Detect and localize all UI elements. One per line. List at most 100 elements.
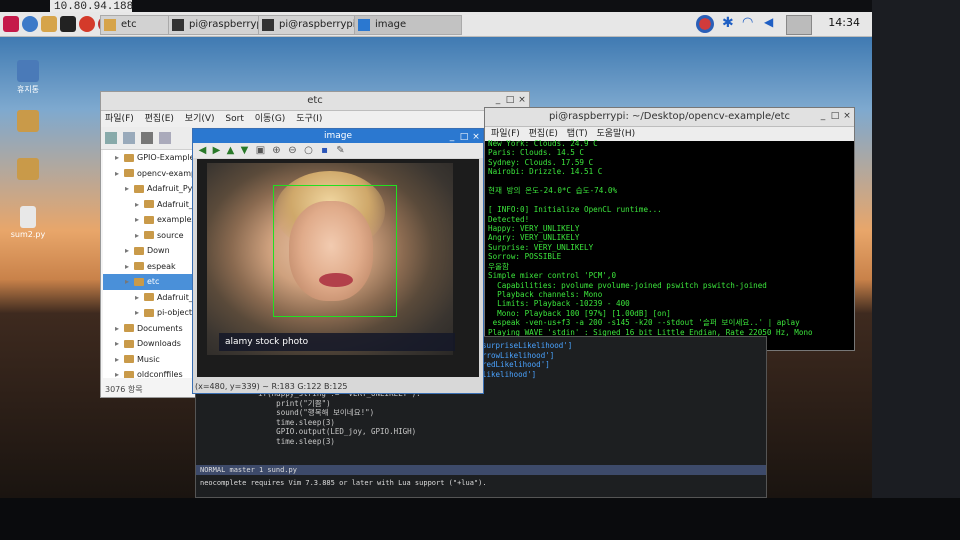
tree-item[interactable]: ▸pi-object-detec — [103, 305, 201, 321]
folder-icon — [124, 355, 134, 363]
zoom-in-icon[interactable]: ⊕ — [271, 145, 282, 156]
folder-icon — [144, 293, 154, 301]
expander-icon[interactable]: ▸ — [113, 150, 121, 165]
minimize-icon[interactable]: _ — [818, 111, 828, 121]
raspberry-menu-icon[interactable] — [3, 16, 19, 32]
menu-file[interactable]: 파일(F) — [491, 129, 520, 139]
desktop-icon-folder-2[interactable] — [4, 158, 52, 182]
desktop-screen: etc pi@raspberrypi: ~/De... pi@raspberry… — [0, 12, 872, 498]
maximize-icon[interactable]: □ — [459, 132, 469, 142]
tree-item[interactable]: ▸ Downloads — [103, 336, 201, 352]
view-icons-icon[interactable] — [105, 132, 117, 144]
expander-icon[interactable]: ▸ — [133, 305, 141, 320]
view-thumbnails-icon[interactable] — [123, 132, 135, 144]
close-icon[interactable]: × — [842, 111, 852, 121]
menu-tabs[interactable]: 탭(T) — [567, 129, 588, 139]
tree-item[interactable]: ▸ Down — [103, 243, 201, 259]
minimize-icon[interactable]: _ — [493, 95, 503, 105]
tree-item[interactable]: ▸ source — [103, 228, 201, 244]
arrow-left-icon[interactable]: ◀ — [197, 145, 208, 156]
tree-item[interactable]: ▸ Adafruit_DH — [103, 197, 201, 213]
arrow-right-icon[interactable]: ▶ — [211, 145, 222, 156]
editor-split-pane[interactable]: surpriseLikelihood'] rrowLikelihood'] redL… — [482, 341, 572, 379]
terminal-icon[interactable] — [60, 16, 76, 32]
properties-icon[interactable]: ✎ — [335, 145, 346, 156]
close-icon[interactable]: × — [517, 95, 527, 105]
minimize-icon[interactable]: _ — [447, 132, 457, 142]
tree-item[interactable]: ▸ oldconffiles — [103, 367, 201, 378]
close-icon[interactable]: × — [471, 132, 481, 142]
desktop-icon-folder-1[interactable] — [4, 110, 52, 134]
menu-help[interactable]: 도움말(H) — [596, 129, 635, 139]
tree-item[interactable]: ▸ Adafruit_Pytho — [103, 181, 201, 197]
desktop-icon-trash[interactable]: 휴지통 — [4, 60, 52, 95]
image-canvas[interactable]: alamy stock photo — [197, 159, 479, 377]
maximize-icon[interactable]: □ — [505, 95, 515, 105]
split-pane-line: rrowLikelihood'] — [482, 350, 555, 360]
view-list-icon[interactable] — [159, 132, 171, 144]
expander-icon[interactable]: ▸ — [123, 243, 131, 258]
zoom-out-icon[interactable]: ⊖ — [287, 145, 298, 156]
tree-item-label: espeak — [147, 261, 176, 271]
expander-icon[interactable]: ▸ — [123, 259, 131, 274]
expander-icon[interactable]: ▸ — [133, 290, 141, 305]
arrow-down-icon[interactable]: ▼ — [239, 145, 250, 156]
arrow-up-icon[interactable]: ▲ — [225, 145, 236, 156]
terminal-output[interactable]: New York: Clouds. 24.9 C Paris: Clouds. 1… — [488, 139, 848, 344]
task-image[interactable]: image — [354, 15, 462, 35]
web-browser-icon[interactable] — [22, 16, 38, 32]
menu-view[interactable]: 보기(V) — [185, 114, 215, 124]
expander-icon[interactable]: ▸ — [133, 197, 141, 212]
expander-icon[interactable]: ▸ — [113, 321, 121, 336]
tree-item[interactable]: ▸ examples — [103, 212, 201, 228]
volume-icon[interactable]: ◀ — [764, 15, 778, 33]
code-line[interactable]: sound("행복해 보이네요!") — [196, 408, 443, 418]
menu-file[interactable]: 파일(F) — [105, 114, 134, 124]
code-line[interactable]: GPIO.output(LED_joy, GPIO.HIGH) — [196, 427, 443, 437]
code-line[interactable]: print("기쁨") — [196, 399, 443, 409]
terminal-line: Paris: Clouds. 14.5 C — [488, 148, 585, 158]
view-compact-icon[interactable] — [141, 132, 153, 144]
cpu-monitor-icon[interactable] — [786, 15, 812, 35]
terminal-titlebar[interactable]: pi@raspberrypi: ~/Desktop/opencv-example… — [485, 108, 854, 127]
tree-item[interactable]: ▸ GPIO-Example — [103, 150, 201, 166]
task-label: image — [375, 19, 407, 30]
menu-edit[interactable]: 편집(E) — [145, 114, 174, 124]
zoom-fit-icon[interactable]: ▣ — [255, 145, 266, 156]
menu-tools[interactable]: 도구(I) — [296, 114, 322, 124]
code-text: time.sleep(3) — [222, 417, 335, 427]
wifi-icon[interactable]: ◠ — [742, 15, 756, 33]
mathematica-icon[interactable] — [79, 16, 95, 32]
expander-icon[interactable]: ▸ — [123, 181, 131, 196]
zoom-reset-icon[interactable]: ○ — [303, 145, 314, 156]
desktop-icon-sum2[interactable]: sum2.py — [4, 206, 52, 239]
code-line[interactable]: time.sleep(3) — [196, 418, 443, 428]
menu-edit[interactable]: 편집(E) — [529, 129, 558, 139]
bluetooth-icon[interactable]: ✱ — [722, 15, 734, 33]
terminal-line: Detected! — [488, 214, 530, 224]
expander-icon[interactable]: ▸ — [133, 228, 141, 243]
tree-item[interactable]: ▸ Documents — [103, 321, 201, 337]
expander-icon[interactable]: ▸ — [123, 274, 131, 289]
photo-watermark: alamy stock photo — [219, 333, 455, 351]
tree-item[interactable]: ▸ espeak — [103, 259, 201, 275]
tree-item[interactable]: ▸ etc — [103, 274, 201, 290]
expander-icon[interactable]: ▸ — [113, 166, 121, 181]
clock[interactable]: 14:34 — [828, 16, 860, 29]
tree-item[interactable]: ▸ Adafruit_Pyt — [103, 290, 201, 306]
save-icon[interactable]: ▪ — [319, 145, 330, 156]
menu-sort[interactable]: Sort — [225, 114, 243, 124]
code-line[interactable]: time.sleep(3) — [196, 437, 443, 447]
korean-ime-icon[interactable] — [696, 15, 714, 33]
image-titlebar[interactable]: image _ □ × — [193, 129, 483, 143]
file-manager-icon[interactable] — [41, 16, 57, 32]
maximize-icon[interactable]: □ — [830, 111, 840, 121]
expander-icon[interactable]: ▸ — [113, 336, 121, 351]
expander-icon[interactable]: ▸ — [113, 352, 121, 367]
file-manager-titlebar[interactable]: etc _ □ × — [101, 92, 529, 111]
tree-item[interactable]: ▸ opencv-example — [103, 166, 201, 182]
expander-icon[interactable]: ▸ — [113, 367, 121, 378]
menu-go[interactable]: 이동(G) — [255, 114, 286, 124]
tree-item[interactable]: ▸ Music — [103, 352, 201, 368]
expander-icon[interactable]: ▸ — [133, 212, 141, 227]
